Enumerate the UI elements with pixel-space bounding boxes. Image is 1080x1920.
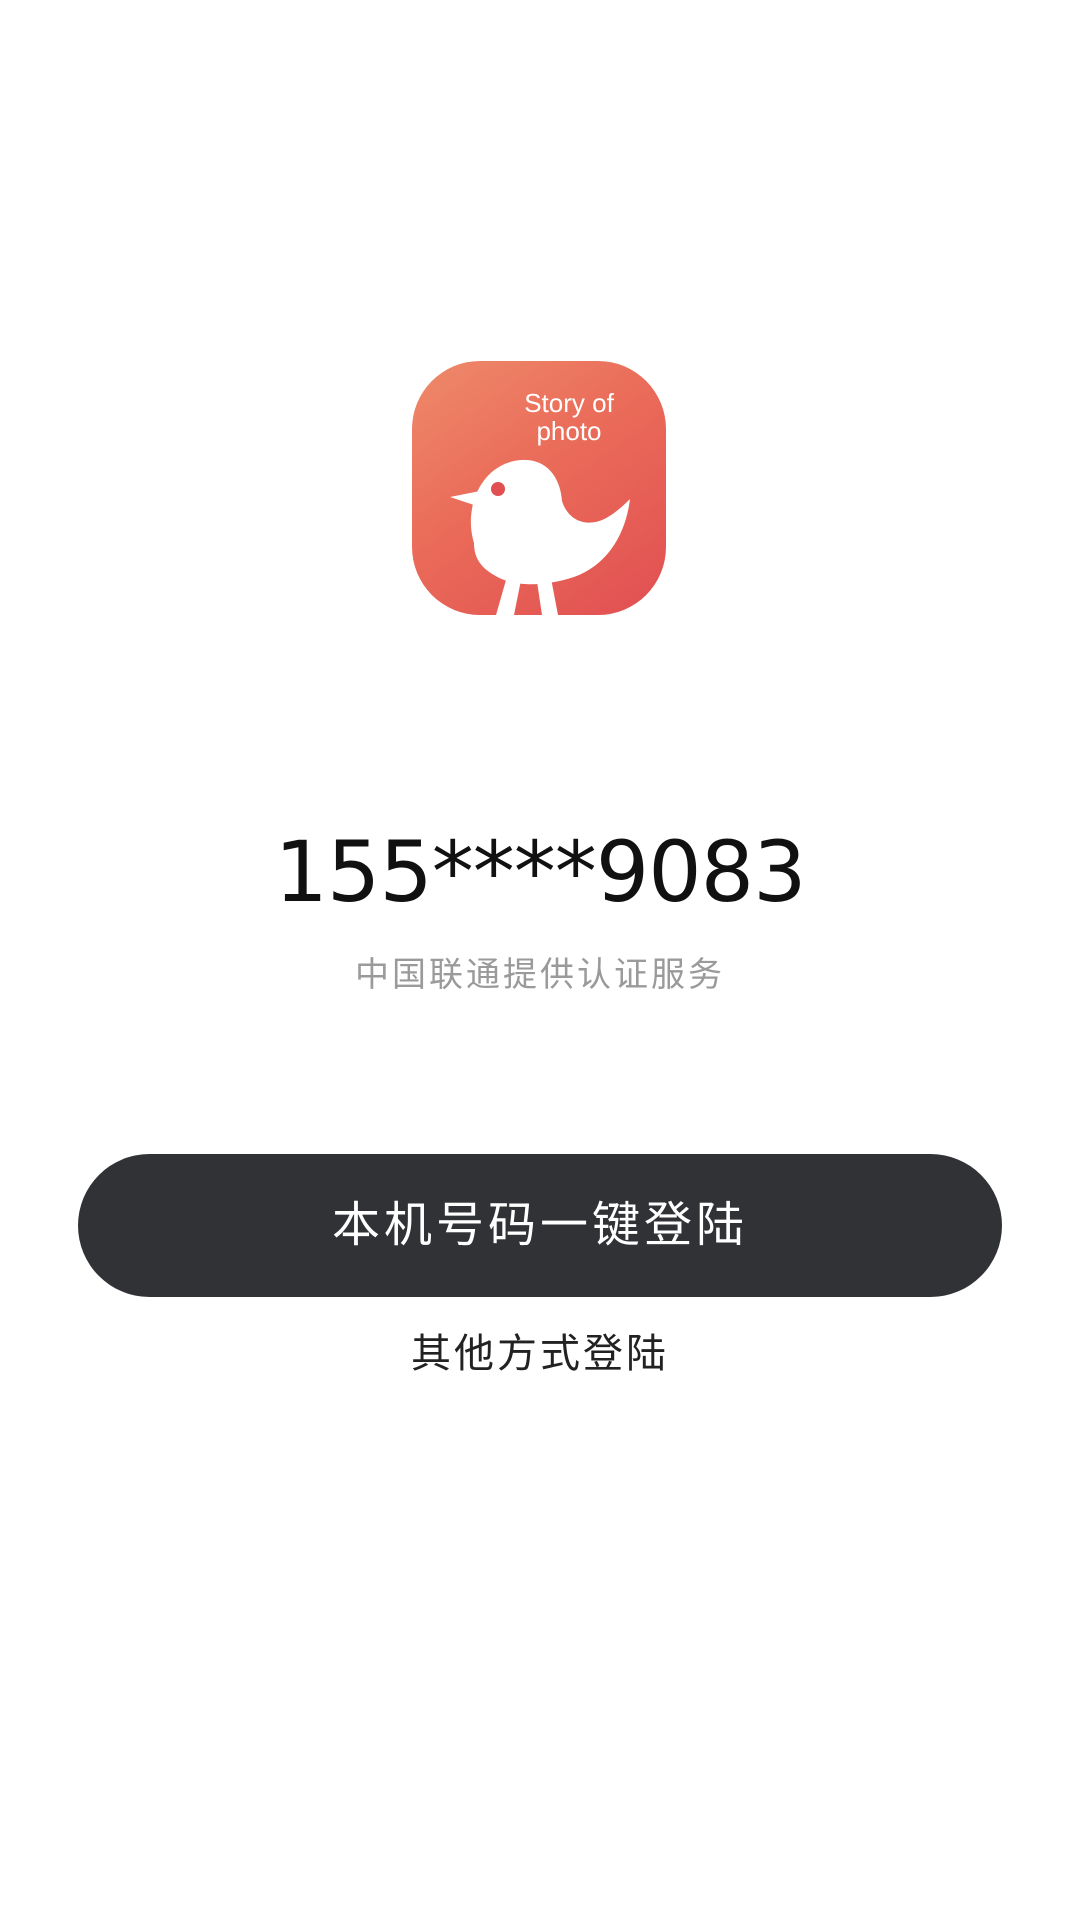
other-login-methods-link[interactable]: 其他方式登陆 [0, 1326, 1080, 1382]
app-icon-text-line2: photo [536, 416, 602, 446]
app-icon: Story of photo [412, 361, 666, 615]
app-icon-text: Story of photo [412, 389, 666, 445]
auth-provider-note: 中国联通提供认证服务 [355, 955, 725, 995]
one-click-login-button[interactable]: 本机号码一键登陆 [78, 1154, 1002, 1297]
app-icon-text-line1: Story of [524, 388, 614, 418]
masked-phone-number: 155****9083 [274, 823, 806, 921]
